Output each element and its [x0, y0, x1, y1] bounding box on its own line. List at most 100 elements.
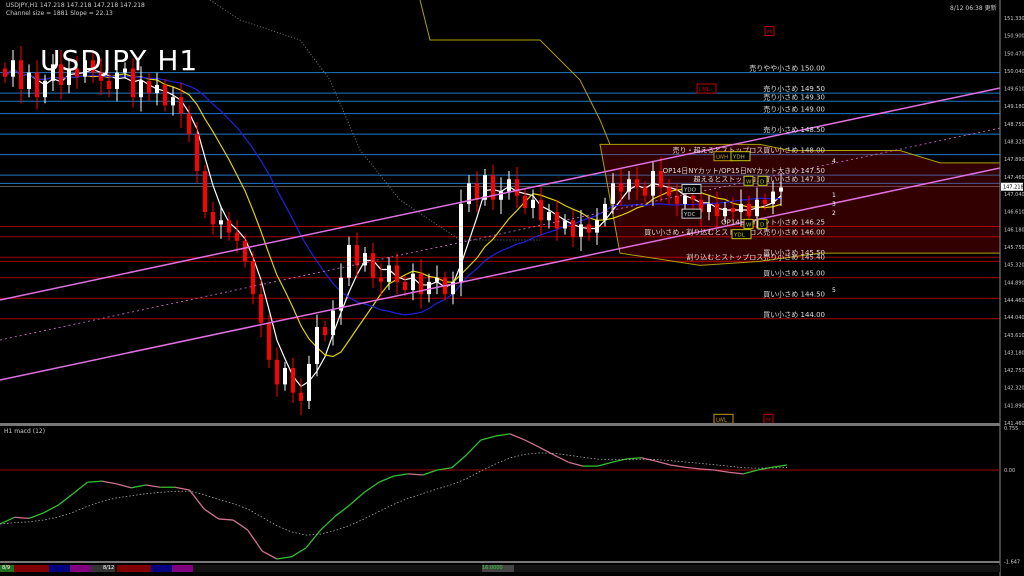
macd-segment [553, 454, 569, 463]
price-tick-label: 144.040 [1004, 315, 1024, 321]
candle-body [731, 207, 735, 213]
candle-body [3, 68, 7, 77]
macd-segment [538, 446, 555, 456]
macd-segment [684, 466, 700, 470]
macd-segment [728, 471, 744, 475]
candle-body [315, 326, 319, 364]
candle-body [107, 80, 111, 89]
macd-title: H1 macd (12) [4, 428, 46, 435]
macd-segment [320, 515, 336, 531]
price-tick-label: 147.890 [1004, 157, 1024, 163]
channel-lower [0, 167, 1001, 381]
candle-body [571, 220, 575, 237]
macd-segment [72, 481, 88, 495]
level-label: 売りやや小さめ 150.00 [749, 64, 825, 73]
price-tick-label: 146.180 [1004, 227, 1024, 233]
candle-body [227, 220, 231, 233]
macd-segment [116, 483, 132, 489]
macd-segment [349, 491, 365, 506]
candle-body [243, 240, 247, 262]
candle-body [259, 294, 263, 323]
candle-body [219, 220, 223, 225]
macd-segment [276, 556, 292, 560]
candle-body [627, 179, 631, 192]
candle-body [275, 359, 279, 385]
macd-segment [101, 480, 117, 485]
level-label: 割り込むとストップロス売り小さめ 145.40 [686, 252, 825, 261]
price-tick-label: 143.610 [1004, 333, 1024, 339]
macd-segment [174, 486, 190, 491]
candle-body [283, 368, 287, 385]
macd-segment [87, 480, 103, 483]
date-label: 8/9 [2, 565, 11, 571]
macd-segment [597, 461, 613, 467]
candle-body [411, 273, 415, 291]
candle-body [595, 220, 599, 233]
candle-body [235, 232, 239, 241]
macd-segment [451, 454, 467, 469]
candle-body [707, 203, 711, 213]
marker-label: YDC [683, 212, 696, 218]
macd-segment [262, 550, 278, 560]
candle-body [363, 253, 367, 266]
cloud-dotted [209, 0, 540, 241]
price-tick-label: 150.040 [1004, 69, 1024, 75]
price-tick-label: 150.470 [1004, 51, 1024, 57]
macd-segment [495, 433, 511, 437]
candle-body [691, 195, 695, 200]
candle-body [211, 212, 215, 225]
candle-body [43, 80, 47, 98]
candle-body [203, 171, 207, 213]
pane-separator [0, 561, 1000, 563]
marker-label: LWH [716, 155, 728, 161]
info-line: USDJPY,H1 147.218 147.218 147.218 147.21… [6, 2, 145, 9]
macd-segment [28, 512, 44, 520]
candle-body [723, 207, 727, 217]
macd-segment [393, 473, 409, 477]
price-chart[interactable]: 売りやや小さめ 150.00 売り小さめ 149.50売り小さめ 149.30 売り… [0, 0, 1024, 576]
macd-segment [408, 473, 423, 476]
macd-segment [188, 489, 205, 510]
level-label: OP14日NYカット/OP15日NYカット大きめ 147.50 [663, 166, 825, 175]
candle-body [651, 171, 655, 196]
price-tick-label: 148.750 [1004, 122, 1024, 128]
price-tick-label: 148.320 [1004, 140, 1024, 146]
macd-segment [291, 547, 307, 558]
candle-body [307, 363, 311, 401]
candle-body [739, 203, 743, 213]
candle-body [299, 392, 303, 401]
price-tick-label: 149.180 [1004, 104, 1024, 110]
scroll-button[interactable]: 16.0000 [482, 565, 514, 572]
level-label: 売り小さめ 149.00 [763, 105, 825, 114]
macd-segment [43, 504, 59, 514]
macd-segment [131, 484, 146, 489]
marker-label: D [760, 222, 764, 228]
updated-time: 8/12 06:38 更新 [950, 5, 997, 12]
candle-body [515, 179, 519, 196]
candle-body [379, 277, 383, 282]
period-bar: 8/9 8/12 16.0000 [0, 565, 1000, 572]
candle-body [155, 84, 159, 94]
candle-body [507, 179, 511, 192]
price-tick-label: 141.890 [1004, 403, 1024, 409]
symbol-title: USDJPY H1 [40, 44, 199, 77]
candle-body [395, 265, 399, 282]
level-label: 買い小さめ 144.00 [763, 310, 825, 319]
level-label: 売り小さめ 149.30 [763, 92, 825, 101]
current-price-label: 147.218 [1003, 185, 1024, 191]
macd-tick-label: 0.00 [1004, 468, 1015, 474]
macd-segment [480, 435, 496, 441]
candle-body [555, 212, 559, 229]
candle-body [547, 212, 551, 221]
candle-body [459, 203, 463, 282]
marker-label: LWL [716, 417, 728, 423]
channel-number: 4 [832, 158, 836, 165]
macd-segment [626, 457, 642, 460]
candle-body [771, 191, 775, 204]
candle-body [667, 187, 671, 196]
channel-info: Channel size = 1881 Slope = 22.13 [6, 10, 113, 17]
candle-body [619, 183, 623, 192]
candle-body [355, 244, 359, 266]
candle-body [179, 97, 183, 114]
candle-body [539, 199, 543, 221]
